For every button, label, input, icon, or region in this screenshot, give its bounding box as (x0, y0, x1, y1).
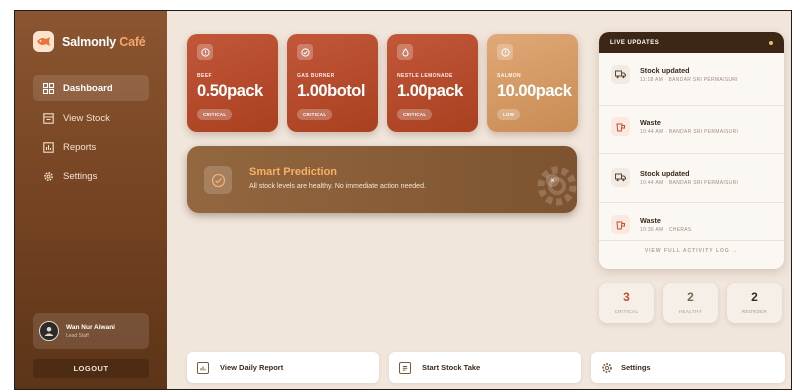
live-item-meta: 10:36 AM · CHERAS (640, 227, 692, 233)
stat-reorder: 2 REORDER (727, 283, 782, 323)
stock-card-beef[interactable]: BEEF 0.50pack CRITICAL (187, 34, 278, 132)
sidebar-item-label: View Stock (63, 112, 110, 124)
stat-label: CRITICAL (614, 309, 639, 314)
stock-value: 1.00pack (397, 82, 463, 100)
divider (599, 153, 784, 154)
action-label: Settings (621, 363, 651, 372)
stat-label: HEALTHY (678, 309, 703, 314)
cup-icon (611, 117, 630, 136)
smart-prediction-banner: Smart Prediction All stock levels are he… (187, 146, 577, 213)
sidebar-item-dashboard[interactable]: Dashboard (33, 75, 149, 101)
sidebar-item-settings[interactable]: Settings (33, 163, 149, 189)
sidebar-item-label: Settings (63, 170, 98, 182)
status-badge: CRITICAL (397, 109, 433, 120)
gear-watermark-icon (533, 162, 577, 213)
stat-critical: 3 CRITICAL (599, 283, 654, 323)
app-frame: Salmonly Café Dashboard View Stock Repor… (14, 10, 792, 390)
stock-value: 0.50pack (197, 82, 263, 100)
list-item[interactable]: Stock updated 11:18 AM · BANDAR SRI PERM… (611, 65, 738, 84)
settings-button[interactable]: Settings (591, 352, 785, 383)
truck-icon (611, 168, 630, 187)
check-circle-icon (204, 166, 232, 194)
user-profile[interactable]: Wan Nur Aiwani Lead Staff (33, 313, 149, 349)
stock-value: 1.00botol (297, 82, 365, 100)
start-stock-take-button[interactable]: Start Stock Take (389, 352, 581, 383)
brand-name: Salmonly (62, 34, 116, 49)
live-item-title: Waste (640, 216, 661, 225)
divider (599, 105, 784, 106)
live-updates-header: LIVE UPDATES (599, 32, 784, 53)
live-status-dot-icon (769, 40, 773, 45)
clipboard-icon (399, 361, 411, 374)
stock-name: BEEF (197, 73, 212, 79)
stock-name: GAS BURNER (297, 73, 335, 79)
live-item-title: Waste (640, 118, 661, 127)
gear-icon (601, 362, 613, 374)
view-daily-report-button[interactable]: View Daily Report (187, 352, 379, 383)
status-badge: CRITICAL (197, 109, 233, 120)
stock-card-nestle-lemonade[interactable]: NESTLE LEMONADE 1.00pack CRITICAL (387, 34, 478, 132)
status-badge: CRITICAL (297, 109, 333, 120)
logout-button[interactable]: LOGOUT (33, 359, 149, 378)
live-updates-panel: LIVE UPDATES Stock updated 11:18 AM · BA… (599, 32, 784, 269)
chart-icon (42, 141, 54, 153)
sidebar-item-label: Dashboard (63, 82, 113, 94)
prediction-title: Smart Prediction (249, 166, 338, 178)
view-full-activity-log-link[interactable]: VIEW FULL ACTIVITY LOG → (599, 248, 784, 254)
avatar (39, 321, 59, 341)
stock-card-gas-burner[interactable]: GAS BURNER 1.00botol CRITICAL (287, 34, 378, 132)
report-icon (197, 361, 209, 374)
brand-accent: Café (119, 34, 146, 49)
profile-role: Lead Staff (66, 332, 89, 339)
sidebar-item-view-stock[interactable]: View Stock (33, 105, 149, 131)
stat-label: REORDER (741, 309, 768, 314)
live-item-meta: 10:44 AM · BANDAR SRI PERMAISURI (640, 129, 739, 135)
live-item-title: Stock updated (640, 66, 690, 75)
gear-icon (42, 170, 54, 182)
drop-icon (397, 44, 413, 60)
brand[interactable]: Salmonly Café (33, 31, 146, 52)
stat-value: 2 (751, 290, 758, 304)
stat-value: 3 (623, 290, 630, 304)
live-item-title: Stock updated (640, 169, 690, 178)
box-icon (42, 112, 54, 124)
action-label: View Daily Report (220, 363, 284, 372)
list-item[interactable]: Waste 10:44 AM · BANDAR SRI PERMAISURI (611, 117, 738, 136)
profile-name: Wan Nur Aiwani (66, 323, 115, 331)
prediction-text: All stock levels are healthy. No immedia… (249, 183, 426, 190)
status-badge: LOW (497, 109, 521, 120)
cup-icon (611, 215, 630, 234)
alert-icon (197, 44, 213, 60)
divider (599, 202, 784, 203)
live-item-meta: 11:18 AM · BANDAR SRI PERMAISURI (640, 77, 738, 83)
alert-icon (497, 44, 513, 60)
brand-logo-icon (33, 31, 54, 52)
list-item[interactable]: Stock updated 10:44 AM · BANDAR SRI PERM… (611, 168, 738, 187)
action-label: Start Stock Take (422, 363, 481, 372)
live-item-meta: 10:44 AM · BANDAR SRI PERMAISURI (640, 180, 739, 186)
stock-card-salmon[interactable]: SALMON 10.00pack LOW (487, 34, 578, 132)
sidebar: Salmonly Café Dashboard View Stock Repor… (15, 11, 167, 389)
sidebar-item-label: Reports (63, 141, 97, 153)
check-icon (297, 44, 313, 60)
stat-value: 2 (687, 290, 694, 304)
divider (599, 240, 784, 241)
live-updates-title: LIVE UPDATES (610, 39, 660, 46)
stock-value: 10.00pack (497, 82, 572, 100)
truck-icon (611, 65, 630, 84)
stat-healthy: 2 HEALTHY (663, 283, 718, 323)
list-item[interactable]: Waste 10:36 AM · CHERAS (611, 215, 692, 234)
stock-name: NESTLE LEMONADE (397, 73, 453, 79)
stock-name: SALMON (497, 73, 522, 79)
grid-icon (42, 82, 54, 94)
sidebar-item-reports[interactable]: Reports (33, 134, 149, 160)
close-button[interactable]: × (546, 174, 559, 187)
